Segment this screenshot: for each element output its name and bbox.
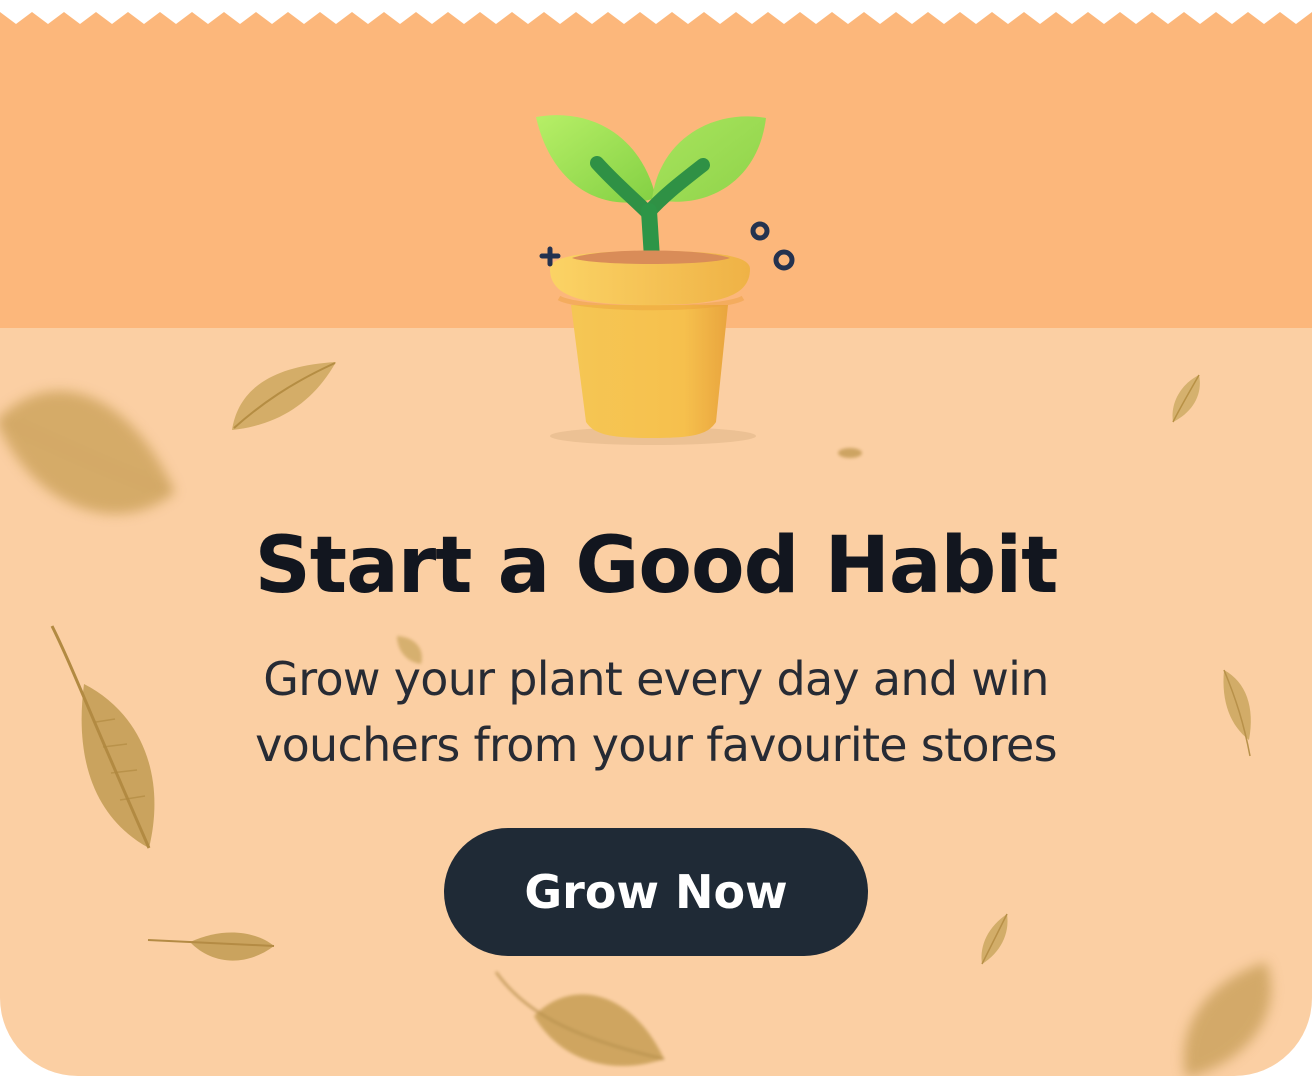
falling-leaf-icon	[0, 391, 175, 514]
zigzag-edge	[0, 0, 1312, 24]
plant-pot-icon	[536, 115, 795, 445]
falling-leaf-icon	[981, 913, 1008, 965]
promo-banner-card: Start a Good Habit Grow your plant every…	[0, 0, 1312, 1076]
falling-leaf-icon	[1223, 669, 1251, 757]
banner-description-line: Grow your plant every day and win	[263, 652, 1049, 706]
banner-description: Grow your plant every day and win vouche…	[196, 646, 1116, 778]
grow-now-button[interactable]: Grow Now	[444, 828, 868, 956]
falling-leaf-icon	[147, 932, 275, 961]
falling-leaf-icon	[1172, 374, 1200, 423]
falling-leaf-icon	[232, 362, 336, 430]
falling-leaf-icon	[50, 625, 155, 849]
falling-leaf-icon	[495, 971, 665, 1066]
falling-leaf-icon	[838, 448, 862, 458]
falling-leaf-icon	[1183, 962, 1271, 1076]
banner-description-line: vouchers from your favourite stores	[255, 718, 1058, 772]
banner-title: Start a Good Habit	[254, 521, 1059, 611]
